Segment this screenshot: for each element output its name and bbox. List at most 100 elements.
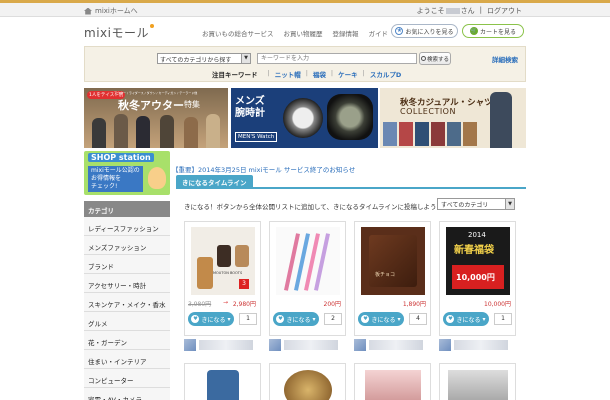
sidebar-item-ladies-fashion[interactable]: レディースファッション xyxy=(84,217,170,236)
logout-link[interactable]: ログアウト xyxy=(487,6,522,16)
keyword-link[interactable]: ニット帽 xyxy=(275,69,301,79)
sidebar-item-brand[interactable]: ブランド xyxy=(84,255,170,274)
product-thumbnail[interactable] xyxy=(284,370,332,400)
product-card[interactable] xyxy=(439,363,516,400)
product-card[interactable]: 板チョコ 1,890円 ♥ きになる ▾ 4 xyxy=(354,221,431,336)
product-promo-price: 10,000円 xyxy=(456,273,495,282)
product-label: MOUTON BOOTS xyxy=(213,271,243,275)
sidebar-item-electronics[interactable]: 家電・AV・カメラ xyxy=(84,388,170,400)
blurred-user-row xyxy=(184,339,253,355)
product-card[interactable]: 200円 ♥ きになる ▾ 2 xyxy=(269,221,346,336)
keyword-link[interactable]: 福袋 xyxy=(313,69,326,79)
banner-subtitle: MEN'S Watch xyxy=(235,132,278,142)
sidebar-item-mens-fashion[interactable]: メンズファッション xyxy=(84,236,170,255)
favorites-button[interactable]: ★ お気に入りを見る xyxy=(391,24,458,38)
original-price: 3,980円 xyxy=(188,301,212,308)
banner-title: メンズ 腕時計 xyxy=(235,96,265,119)
badge-icon: 3 xyxy=(239,279,249,289)
cart-icon: 🛒 xyxy=(469,27,478,35)
category-header: カテゴリ xyxy=(84,201,170,217)
banner-subtitle: COLLECTION xyxy=(400,107,456,116)
product-thumbnail[interactable] xyxy=(448,370,508,400)
product-price: 200円 xyxy=(323,301,341,308)
mixi-home-link[interactable]: mixiホームへ xyxy=(84,6,138,16)
sidebar-item-accessories[interactable]: アクセサリー・時計 xyxy=(84,274,170,293)
advanced-search-link[interactable]: 詳細検索 xyxy=(492,54,518,64)
keyword-link[interactable]: スカルプD xyxy=(370,69,401,79)
separator: | xyxy=(479,6,482,14)
chevron-down-icon: ▼ xyxy=(505,199,514,209)
banner-title: 秋冬アウター xyxy=(118,99,184,112)
model-figure xyxy=(136,116,150,148)
keyword-input[interactable] xyxy=(257,53,417,64)
product-price: 2,980円 xyxy=(232,301,256,308)
product-thumbnail[interactable] xyxy=(276,227,340,295)
utility-bar: mixiホームへ ようこそ さん | ログアウト xyxy=(0,3,610,17)
model-figure xyxy=(490,92,512,148)
tab-timeline[interactable]: きになるタイムライン xyxy=(176,175,253,187)
banner-autumn-outer[interactable]: 1人をテイスト別 アウター / ライダース / ダウン / カーディガン / テ… xyxy=(84,88,228,148)
avatar xyxy=(354,339,366,351)
banner-subtitle: アウター / ライダース / ダウン / カーディガン / テーラード他 xyxy=(114,91,198,95)
nav-registration-info[interactable]: 登録情報 xyxy=(333,28,359,38)
sidebar-item-gourmet[interactable]: グルメ xyxy=(84,312,170,331)
shop-station-banner[interactable]: SHOP station mixiモール公認の お得情報を チェック! xyxy=(84,151,170,195)
search-bar: すべてのカテゴリから探す ▼ 検索する 詳細検索 注目キーワード | ニット帽 … xyxy=(84,46,526,82)
like-button[interactable]: ♥ きになる ▾ xyxy=(273,312,319,326)
shirt-image xyxy=(399,122,413,146)
blurred-user-row xyxy=(439,339,508,355)
cart-button[interactable]: 🛒 カートを見る xyxy=(462,24,524,38)
shirt-image xyxy=(431,122,445,146)
like-count: 2 xyxy=(324,313,342,325)
star-icon: ★ xyxy=(395,27,404,35)
timeline-category-select[interactable]: すべてのカテゴリ ▼ xyxy=(437,198,515,210)
blurred-text xyxy=(284,340,338,350)
keyword-link[interactable]: ケーキ xyxy=(338,69,358,79)
like-count: 4 xyxy=(409,313,427,325)
product-thumbnail[interactable] xyxy=(207,370,239,400)
product-card[interactable] xyxy=(269,363,346,400)
nav-guide[interactable]: ガイド xyxy=(369,28,389,38)
blurred-text xyxy=(369,340,423,350)
heart-icon: ♥ xyxy=(361,315,370,323)
sidebar-item-computer[interactable]: コンピューター xyxy=(84,369,170,388)
sidebar-item-garden[interactable]: 花・ガーデン xyxy=(84,331,170,350)
product-card[interactable]: 2014 新春福袋 10,000円 10,000円 ♥ きになる ▾ 1 xyxy=(439,221,516,336)
sidebar-item-skincare[interactable]: スキンケア・メイク・香水 xyxy=(84,293,170,312)
sidebar: SHOP station mixiモール公認の お得情報を チェック! カテゴリ… xyxy=(84,151,170,400)
banner-casual-shirts[interactable]: 秋冬カジュアル・シャツ COLLECTION xyxy=(380,88,526,148)
like-count: 1 xyxy=(494,313,512,325)
sidebar-item-interior[interactable]: 住まい・インテリア xyxy=(84,350,170,369)
category-select[interactable]: すべてのカテゴリから探す ▼ xyxy=(157,53,251,64)
heart-icon: ♥ xyxy=(276,315,285,323)
model-figure xyxy=(114,114,128,148)
product-price: 1,890円 xyxy=(402,301,426,308)
product-thumbnail[interactable]: 2014 新春福袋 10,000円 xyxy=(446,227,510,295)
service-notice-link[interactable]: 【重要】2014年3月25日 mixiモール サービス終了のお知らせ xyxy=(172,164,355,174)
like-button[interactable]: ♥ きになる ▾ xyxy=(443,312,489,326)
product-card[interactable] xyxy=(184,363,261,400)
blurred-text xyxy=(454,340,508,350)
shirt-image xyxy=(463,122,477,146)
nav-shopping-services[interactable]: お買いもの総合サービス xyxy=(202,28,274,38)
product-thumbnail[interactable] xyxy=(365,370,421,400)
home-link-label: mixiホームへ xyxy=(95,7,138,15)
product-price: 10,000円 xyxy=(484,301,511,308)
model-figure xyxy=(184,117,198,148)
model-figure xyxy=(92,118,106,148)
product-year: 2014 xyxy=(468,231,486,239)
like-button[interactable]: ♥ きになる ▾ xyxy=(358,312,404,326)
nav-purchase-history[interactable]: お買い物履歴 xyxy=(284,28,323,38)
product-card[interactable]: MOUTON BOOTS 3 3,980円 → 2,980円 ♥ きになる ▾ 1 xyxy=(184,221,261,336)
product-card[interactable] xyxy=(354,363,431,400)
logo-dot-icon xyxy=(149,24,154,28)
heart-icon: ♥ xyxy=(191,315,200,323)
like-button[interactable]: ♥ きになる ▾ xyxy=(188,312,234,326)
shop-station-title: SHOP station xyxy=(88,153,154,162)
search-button[interactable]: 検索する xyxy=(419,52,451,65)
banner-mens-watch[interactable]: メンズ 腕時計 MEN'S Watch xyxy=(231,88,378,148)
product-thumbnail[interactable]: MOUTON BOOTS 3 xyxy=(191,227,255,295)
mixi-mall-logo[interactable]: mixiモール xyxy=(84,24,154,41)
product-thumbnail[interactable]: 板チョコ xyxy=(361,227,425,295)
header: mixiモール お買いもの総合サービス お買い物履歴 登録情報 ガイド ★ お気… xyxy=(0,17,610,45)
